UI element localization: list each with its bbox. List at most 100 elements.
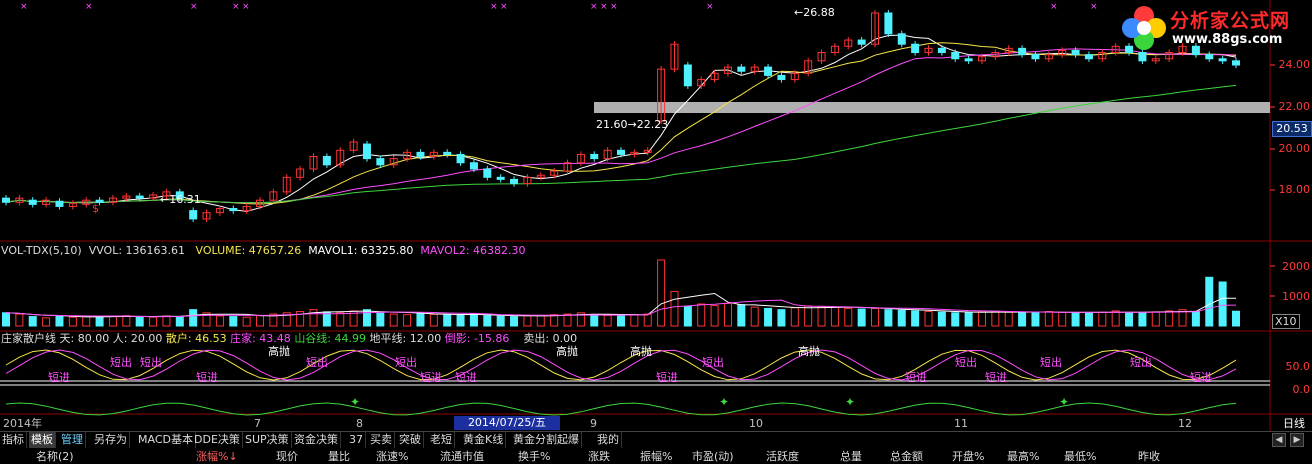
volume-bar <box>55 315 64 327</box>
top-marker: × <box>1090 2 1098 12</box>
volume-bar <box>1165 310 1174 327</box>
volume-bar <box>590 314 599 327</box>
column-header-0[interactable]: 名称(2) <box>36 449 74 464</box>
column-header-5[interactable]: 流通市值 <box>440 449 484 464</box>
buy-signal-icon: ✦ <box>845 395 855 409</box>
volume-bar <box>1084 312 1093 327</box>
support-zone-bar <box>594 102 1270 113</box>
column-header-10[interactable]: 活跃度 <box>766 449 799 464</box>
volume-bar <box>149 316 158 327</box>
tab-2[interactable]: 管理 <box>59 432 86 448</box>
time-label: 9 <box>590 417 597 430</box>
volume-bar <box>523 315 532 327</box>
volume-bar <box>1098 311 1107 327</box>
candle-body <box>362 143 371 160</box>
flower-icon <box>1122 6 1166 50</box>
candle-body <box>1031 54 1040 60</box>
signal-label: 短进 <box>1190 371 1212 384</box>
tab-5[interactable]: DDE决策 <box>192 432 243 448</box>
column-header-9[interactable]: 市盈(动) <box>692 449 734 464</box>
time-label: 2014年 <box>3 417 42 430</box>
volume-bar <box>951 312 960 327</box>
chart-svg[interactable]: × × × × × × × × × × × × ×✦ ✦ ✦ ✦ <box>0 0 1312 431</box>
signal-label: 短进 <box>455 371 477 384</box>
volume-bar <box>15 313 24 327</box>
vol-y-tick: 2000 <box>1282 260 1310 273</box>
column-header-7[interactable]: 涨跌 <box>588 449 610 464</box>
volume-bar <box>884 309 893 327</box>
volume-bar <box>1111 310 1120 327</box>
tab-9[interactable]: 买卖 <box>368 432 395 448</box>
volume-bar <box>924 311 933 327</box>
column-header-4[interactable]: 涨速% <box>376 449 408 464</box>
volume-bar <box>510 316 519 327</box>
signal-label: 高抛 <box>630 345 652 358</box>
volume-bar <box>697 303 706 327</box>
tab-6[interactable]: SUP决策 <box>243 432 292 448</box>
candle-body <box>897 33 906 45</box>
signal-label: 短出 <box>1130 356 1152 369</box>
chart-stage[interactable]: × × × × × × × × × × × × × ✦ ✦ ✦ ✦ <box>0 0 1312 464</box>
top-marker: × <box>20 2 28 12</box>
column-header-13[interactable]: 开盘% <box>952 449 984 464</box>
scroll-right-button[interactable]: ▶ <box>1290 433 1304 447</box>
candle-body <box>1191 45 1200 56</box>
tab-3[interactable]: 另存为 <box>92 432 130 448</box>
tab-1[interactable]: 模板 <box>29 432 56 448</box>
volume-bar <box>643 313 652 327</box>
volume-bar <box>830 306 839 327</box>
signal-label: 短进 <box>48 371 70 384</box>
volume-bar <box>844 307 853 327</box>
volume-bar <box>469 313 478 327</box>
column-header-16[interactable]: 昨收 <box>1138 449 1160 464</box>
tab-14[interactable]: 我的 <box>595 432 622 448</box>
price-low-annotation: ←16.31 <box>160 193 201 206</box>
column-header-2[interactable]: 现价 <box>276 449 298 464</box>
range-annotation: 21.60→22.23 <box>596 118 669 131</box>
tab-0[interactable]: 指标 <box>0 432 27 448</box>
signal-label: 短进 <box>420 371 442 384</box>
candle-body <box>777 74 786 81</box>
column-header-6[interactable]: 换手% <box>518 449 550 464</box>
column-header-14[interactable]: 最高% <box>1007 449 1039 464</box>
price-y-tick: 22.00 <box>1278 100 1311 113</box>
volume-bar <box>82 316 91 327</box>
candle-body <box>951 52 960 60</box>
volume-bar <box>1232 310 1240 327</box>
column-header-8[interactable]: 振幅% <box>640 449 672 464</box>
volume-bar <box>964 311 973 327</box>
tab-10[interactable]: 突破 <box>397 432 424 448</box>
signal-label: 短出 <box>110 356 132 369</box>
scroll-left-button[interactable]: ◀ <box>1272 433 1286 447</box>
tab-8[interactable]: 37 <box>347 432 366 448</box>
tab-4[interactable]: MACD基本 <box>136 432 196 448</box>
candle-body <box>28 199 37 205</box>
tab-13[interactable]: 黄金分割起爆 <box>511 432 582 448</box>
candle-body <box>135 195 144 199</box>
volume-bar <box>871 307 880 327</box>
column-header-15[interactable]: 最低% <box>1064 449 1096 464</box>
top-marker: × <box>232 2 240 12</box>
daoying-line <box>5 402 1237 416</box>
top-marker: × <box>85 2 93 12</box>
quote-table-header: 名称(2) 涨幅%↓ 现价 量比 涨速% 流通市值 换手% 涨跌 振幅% 市盈(动) 活跃度 总量 总金… <box>0 449 1312 464</box>
vol-y-tick: 1000 <box>1282 290 1310 303</box>
column-header-3[interactable]: 量比 <box>328 449 350 464</box>
volume-bar <box>657 259 666 327</box>
tab-12[interactable]: 黄金K线 <box>461 432 507 448</box>
candle-body <box>737 66 746 72</box>
volume-bar <box>1004 311 1013 327</box>
volume-bar <box>42 317 51 327</box>
period-label[interactable]: 日线 <box>1283 417 1305 430</box>
candle-body <box>884 12 893 35</box>
column-header-11[interactable]: 总量 <box>840 449 862 464</box>
volume-bar <box>1205 276 1214 327</box>
tab-11[interactable]: 老短 <box>428 432 455 448</box>
column-header-1[interactable]: 涨幅%↓ <box>196 449 238 464</box>
tab-7[interactable]: 资金决策 <box>292 432 341 448</box>
candle-body <box>456 153 465 164</box>
column-header-12[interactable]: 总金额 <box>890 449 923 464</box>
ind-y-tick: 0.0 <box>1292 383 1311 396</box>
volume-bar <box>1138 312 1147 327</box>
volume-bar <box>1191 311 1200 327</box>
